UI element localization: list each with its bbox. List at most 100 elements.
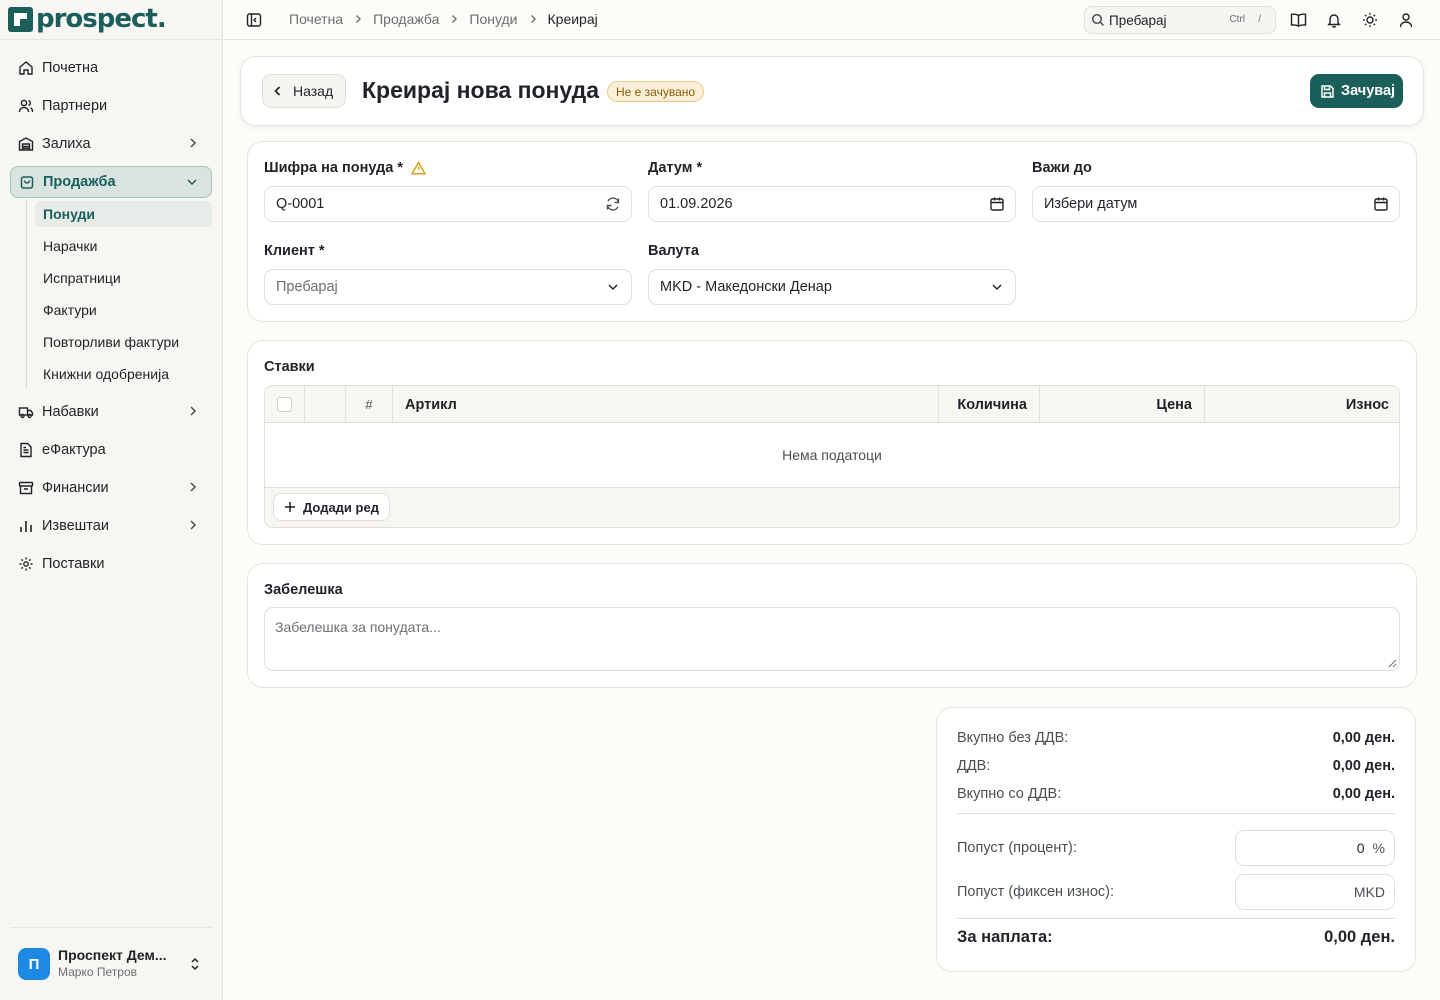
- chevrons-up-down-icon: [191, 957, 199, 971]
- table-footer: Додади ред: [265, 488, 1399, 527]
- chevron-right-icon: [353, 14, 363, 24]
- vat-row: ДДВ: 0,00 ден.: [957, 756, 1395, 776]
- sidebar-subitem-orders[interactable]: Нарачки: [35, 233, 212, 259]
- sidebar-item-efaktura[interactable]: еФактура: [10, 434, 212, 466]
- sidebar-item-settings[interactable]: Поставки: [10, 548, 212, 580]
- quote-code-label: Шифра на понуда *: [264, 160, 426, 176]
- resize-handle-icon[interactable]: [1388, 659, 1397, 668]
- subtotal-label: Вкупно без ДДВ:: [957, 730, 1069, 746]
- chevron-right-icon: [190, 482, 197, 492]
- topbar: Почетна Продажба Понуди Креирај Пребарај…: [224, 0, 1440, 40]
- amount-due-value: 0,00 ден.: [1324, 928, 1395, 946]
- amount-due-label: За наплата:: [957, 928, 1053, 946]
- app-logo[interactable]: prospect.: [8, 4, 167, 34]
- back-button[interactable]: Назад: [262, 74, 346, 108]
- valid-until-input[interactable]: Избери датум: [1032, 186, 1400, 222]
- home-icon: [18, 60, 34, 76]
- truck-icon: [18, 404, 34, 420]
- save-button[interactable]: Зачувај: [1310, 74, 1403, 108]
- valid-until-label: Важи до: [1032, 160, 1092, 176]
- chevron-right-icon: [190, 406, 197, 416]
- refresh-icon[interactable]: [605, 196, 621, 212]
- user-icon[interactable]: [1397, 11, 1415, 29]
- currency-select[interactable]: MKD - Македонски Денар: [648, 269, 1016, 305]
- date-input[interactable]: 01.09.2026: [648, 186, 1016, 222]
- add-row-button[interactable]: Додади ред: [273, 493, 390, 521]
- totals-divider: [957, 813, 1395, 814]
- sidebar-item-label: Почетна: [42, 60, 99, 76]
- save-button-label: Зачувај: [1341, 83, 1396, 99]
- add-row-label: Додади ред: [303, 499, 379, 515]
- sidebar-divider: [0, 39, 222, 40]
- breadcrumb-sales[interactable]: Продажба: [373, 11, 439, 27]
- sidebar-item-inventory[interactable]: Залиха: [10, 128, 212, 160]
- submenu-guide-line: [26, 199, 27, 389]
- discount-percent-input[interactable]: 0 %: [1235, 830, 1395, 866]
- sidebar-toggle-icon[interactable]: [246, 12, 262, 31]
- calendar-icon: [989, 196, 1005, 212]
- discount-percent-row: Попуст (процент): 0 %: [957, 830, 1395, 866]
- column-amount[interactable]: Износ: [1205, 386, 1399, 423]
- sidebar-subitem-delivery-notes[interactable]: Испратници: [35, 265, 212, 291]
- breadcrumb-current: Креирај: [547, 11, 598, 27]
- sidebar-item-sales[interactable]: Продажба: [10, 166, 212, 198]
- column-item[interactable]: Артикл: [393, 386, 939, 423]
- sidebar-item-partners[interactable]: Партнери: [10, 90, 212, 122]
- total-with-vat-value: 0,00 ден.: [1332, 786, 1395, 802]
- breadcrumb-quotes[interactable]: Понуди: [469, 11, 517, 27]
- bell-icon[interactable]: [1325, 11, 1343, 29]
- search-icon: [1091, 13, 1105, 27]
- archive-icon: [18, 480, 34, 496]
- currency-label: Валута: [648, 243, 699, 259]
- user-role: Марко Петров: [58, 965, 137, 979]
- sidebar-subitem-quotes[interactable]: Понуди: [35, 201, 212, 227]
- total-with-vat-row: Вкупно со ДДВ: 0,00 ден.: [957, 784, 1395, 804]
- vat-label: ДДВ:: [957, 758, 991, 774]
- sidebar-item-label: Партнери: [42, 98, 108, 114]
- breadcrumb-home[interactable]: Почетна: [289, 11, 343, 27]
- chevron-right-icon: [190, 520, 197, 530]
- percent-unit: %: [1372, 840, 1385, 856]
- sidebar-item-reports[interactable]: Извештаи: [10, 510, 212, 542]
- chevron-right-icon: [528, 14, 538, 24]
- sidebar-subitem-invoices[interactable]: Фактури: [35, 297, 212, 323]
- discount-percent-label: Попуст (процент):: [957, 840, 1077, 856]
- status-badge: Не е зачувано: [607, 81, 705, 102]
- chevron-right-icon: [190, 138, 197, 148]
- valid-until-placeholder: Избери датум: [1044, 196, 1138, 212]
- column-quantity[interactable]: Количина: [939, 386, 1040, 423]
- user-switcher[interactable]: П Проспект Дем... Марко Петров: [10, 940, 212, 988]
- sidebar-item-purchases[interactable]: Набавки: [10, 396, 212, 428]
- shopping-bag-icon: [19, 174, 35, 190]
- sidebar-item-label: Набавки: [42, 404, 99, 420]
- discount-percent-value: 0: [1356, 840, 1365, 856]
- sidebar-item-label: еФактура: [42, 442, 106, 458]
- client-select[interactable]: Пребарај: [264, 269, 632, 305]
- select-all-checkbox[interactable]: [277, 397, 292, 412]
- date-value: 01.09.2026: [660, 196, 733, 212]
- drag-column-header: [305, 386, 346, 423]
- sidebar-item-home[interactable]: Почетна: [10, 52, 212, 84]
- sun-icon[interactable]: [1361, 11, 1379, 29]
- empty-state: Нема податоци: [265, 423, 1399, 488]
- discount-fixed-input[interactable]: MKD: [1235, 874, 1395, 910]
- back-button-label: Назад: [293, 83, 334, 99]
- table-header: # Артикл Количина Цена Износ: [265, 386, 1399, 423]
- chevron-right-icon: [449, 14, 459, 24]
- sidebar-subitem-credit-notes[interactable]: Книжни одобренија: [35, 361, 212, 387]
- sidebar-item-label: Финансии: [42, 480, 109, 496]
- column-price[interactable]: Цена: [1040, 386, 1205, 423]
- currency-unit: MKD: [1353, 884, 1385, 900]
- client-placeholder: Пребарај: [276, 279, 338, 295]
- sidebar-item-finance[interactable]: Финансии: [10, 472, 212, 504]
- quote-code-input[interactable]: Q-0001: [264, 186, 632, 222]
- plus-icon: [284, 501, 296, 513]
- search-input[interactable]: Пребарај Ctrl /: [1084, 6, 1276, 34]
- book-icon[interactable]: [1289, 11, 1307, 29]
- note-textarea[interactable]: Забелешка за понудата...: [264, 607, 1400, 671]
- sidebar: prospect. Почетна Партнери Залиха Продаж…: [0, 0, 223, 1000]
- items-table: # Артикл Количина Цена Износ Нема подато…: [264, 385, 1400, 528]
- breadcrumb: Почетна Продажба Понуди Креирај: [289, 11, 598, 27]
- calendar-icon: [1373, 196, 1389, 212]
- sidebar-subitem-recurring-invoices[interactable]: Повторливи фактури: [35, 329, 212, 355]
